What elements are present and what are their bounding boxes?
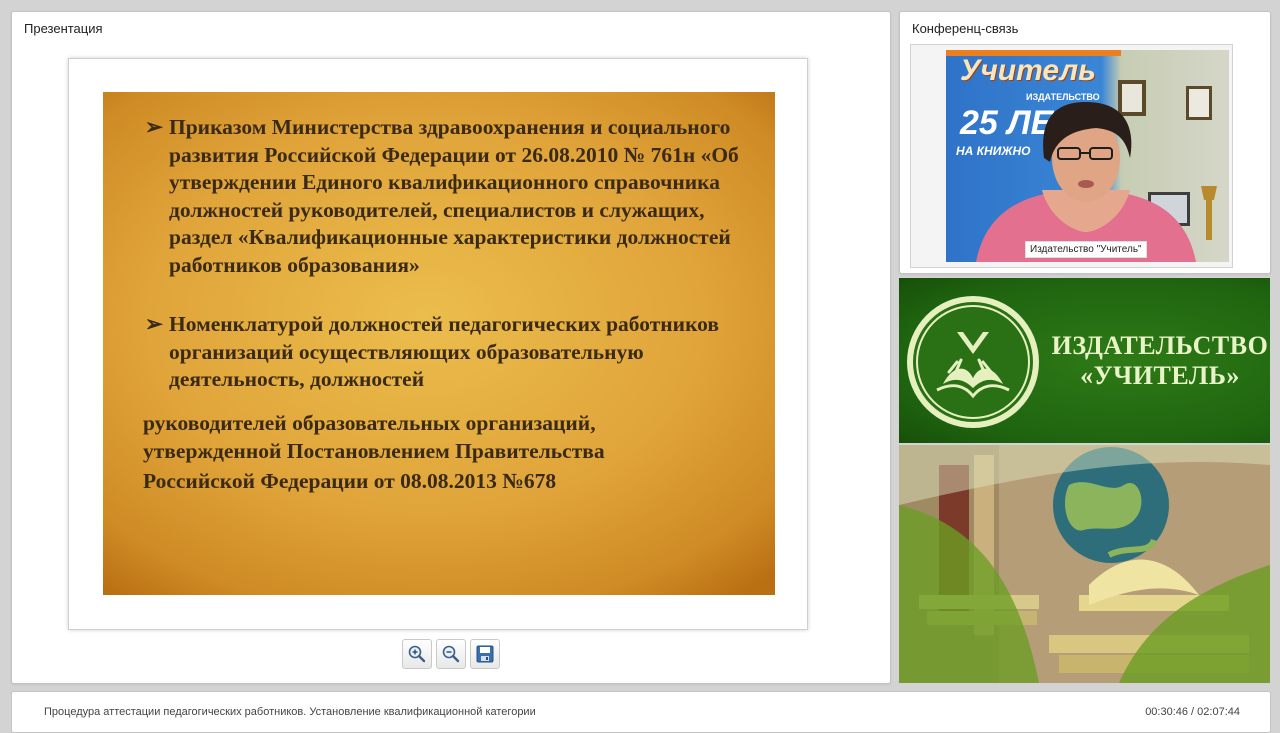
slide-bullet-1-text: Приказом Министерства здравоохранения и …: [169, 115, 739, 277]
lecture-title: Процедура аттестации педагогических рабо…: [44, 706, 536, 718]
speaker-figure: [976, 80, 1217, 262]
conference-panel: Конференц-связь Учитель ИЗДАТЕЛЬСТВО 25 …: [899, 11, 1271, 274]
publisher-name: ИЗДАТЕЛЬСТВО «УЧИТЕЛЬ»: [1049, 331, 1271, 391]
slide-continuation-line: Российской Федерации от 08.08.2013 №678: [143, 469, 557, 493]
zoom-in-button[interactable]: [402, 639, 432, 669]
zoom-out-button[interactable]: [436, 639, 466, 669]
slide-continuation-line: руководителей образовательных организаци…: [143, 411, 596, 435]
publisher-banner: ИЗДАТЕЛЬСТВО «УЧИТЕЛЬ»: [899, 278, 1270, 443]
zoom-out-icon: [442, 645, 460, 663]
video-frame: Учитель ИЗДАТЕЛЬСТВО 25 ЛЕ НА КНИЖНО Изд…: [910, 44, 1233, 268]
slide: ➢ Приказом Министерства здравоохранения …: [103, 92, 775, 595]
presentation-title: Презентация: [24, 21, 103, 36]
slide-bullet-2-text: Номенклатурой должностей педагогических …: [169, 312, 720, 391]
speaker-label: Издательство "Учитель": [1025, 241, 1147, 258]
books-globe-image: [899, 445, 1270, 683]
publisher-name-line1: ИЗДАТЕЛЬСТВО: [1051, 331, 1269, 360]
conference-title: Конференц-связь: [912, 21, 1019, 36]
save-button[interactable]: [470, 639, 500, 669]
floppy-disk-icon: [476, 645, 494, 663]
slide-toolbar: [402, 639, 512, 669]
presentation-panel: Презентация ➢ Приказом Министерства здра…: [11, 11, 891, 684]
publisher-name-line2: «УЧИТЕЛЬ»: [1080, 361, 1240, 390]
bullet-arrow-icon: ➢: [145, 312, 164, 336]
slide-continuation-line: утвержденной Постановлением Правительств…: [143, 439, 605, 463]
slide-bullet-2: ➢ Номенклатурой должностей педагогически…: [145, 311, 755, 394]
status-bar: Процедура аттестации педагогических рабо…: [11, 691, 1271, 733]
playback-timecode: 00:30:46 / 02:07:44: [1145, 706, 1240, 718]
slide-frame: ➢ Приказом Министерства здравоохранения …: [68, 58, 808, 630]
zoom-in-icon: [408, 645, 426, 663]
publisher-logo-icon: [907, 296, 1039, 428]
slide-bullet-1: ➢ Приказом Министерства здравоохранения …: [145, 114, 745, 279]
webcam-video[interactable]: Учитель ИЗДАТЕЛЬСТВО 25 ЛЕ НА КНИЖНО Изд…: [946, 50, 1229, 262]
bullet-arrow-icon: ➢: [145, 115, 164, 139]
